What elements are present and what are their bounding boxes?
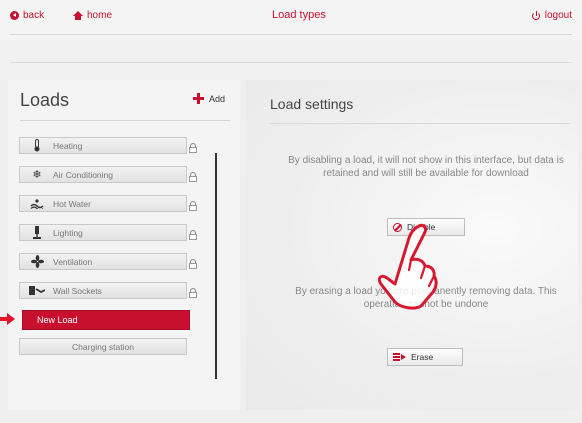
lamp-icon — [29, 226, 45, 239]
logout-link[interactable]: logout — [531, 10, 572, 21]
load-item-label: Hot Water — [53, 198, 91, 209]
home-label: home — [87, 10, 113, 21]
water-icon — [29, 198, 45, 210]
loads-divider — [20, 120, 230, 121]
sub-header-band — [0, 40, 582, 80]
load-item-label: Air Conditioning — [53, 169, 114, 180]
settings-title: Load settings — [270, 96, 354, 112]
header-divider — [10, 34, 572, 35]
load-item-hot-water[interactable]: Hot Water — [19, 195, 187, 212]
back-link[interactable]: back — [10, 10, 44, 21]
load-item-label: New Load — [37, 315, 78, 325]
top-nav-bar: back home Load types logout — [0, 0, 582, 40]
load-item-ventilation[interactable]: Ventilation — [19, 253, 187, 270]
band-divider — [10, 62, 572, 63]
back-arrow-icon — [10, 11, 19, 20]
load-item-charging-station[interactable]: Charging station — [19, 338, 187, 355]
load-item-air-conditioning[interactable]: ❄ Air Conditioning — [19, 166, 187, 183]
pointer-arrow-icon — [0, 313, 16, 325]
loads-title: Loads — [20, 90, 70, 110]
logout-label: logout — [544, 10, 572, 21]
snowflake-icon: ❄ — [32, 169, 42, 181]
erase-button[interactable]: Erase — [387, 348, 463, 366]
lock-icon — [188, 143, 198, 153]
lock-icon — [188, 201, 198, 211]
load-item-lighting[interactable]: Lighting — [19, 224, 187, 241]
loads-panel: Loads Add Heating ❄ Air Conditioning Hot… — [8, 80, 240, 410]
power-icon — [531, 11, 541, 20]
load-item-new-load[interactable]: New Load — [22, 310, 190, 330]
load-settings-panel: Load settings By disabling a load, it wi… — [246, 80, 578, 410]
plug-icon — [29, 285, 45, 297]
thermometer-icon — [29, 139, 45, 152]
lock-icon — [188, 288, 198, 298]
lock-icon — [188, 259, 198, 269]
fan-icon — [29, 255, 45, 268]
load-item-heating[interactable]: Heating — [19, 137, 187, 154]
load-item-label: Charging station — [72, 341, 134, 352]
load-item-label: Wall Sockets — [53, 285, 102, 296]
load-item-label: Lighting — [53, 227, 83, 238]
home-icon — [73, 11, 83, 20]
lock-icon — [188, 230, 198, 240]
lock-icon — [188, 172, 198, 182]
disable-description: By disabling a load, it will not show in… — [288, 155, 564, 179]
load-item-wall-sockets[interactable]: Wall Sockets — [19, 282, 187, 299]
add-load-button[interactable]: Add — [193, 93, 225, 104]
settings-divider — [270, 123, 570, 124]
add-label: Add — [209, 93, 226, 104]
home-link[interactable]: home — [73, 10, 112, 21]
back-label: back — [23, 10, 45, 21]
scroll-track[interactable] — [215, 153, 217, 379]
load-item-label: Ventilation — [53, 256, 93, 267]
erase-icon — [393, 352, 406, 362]
pointing-hand-icon — [377, 223, 438, 310]
plus-icon — [193, 93, 204, 104]
load-item-label: Heating — [53, 140, 83, 151]
page-title: Load types — [272, 9, 326, 21]
erase-button-label: Erase — [411, 352, 434, 362]
